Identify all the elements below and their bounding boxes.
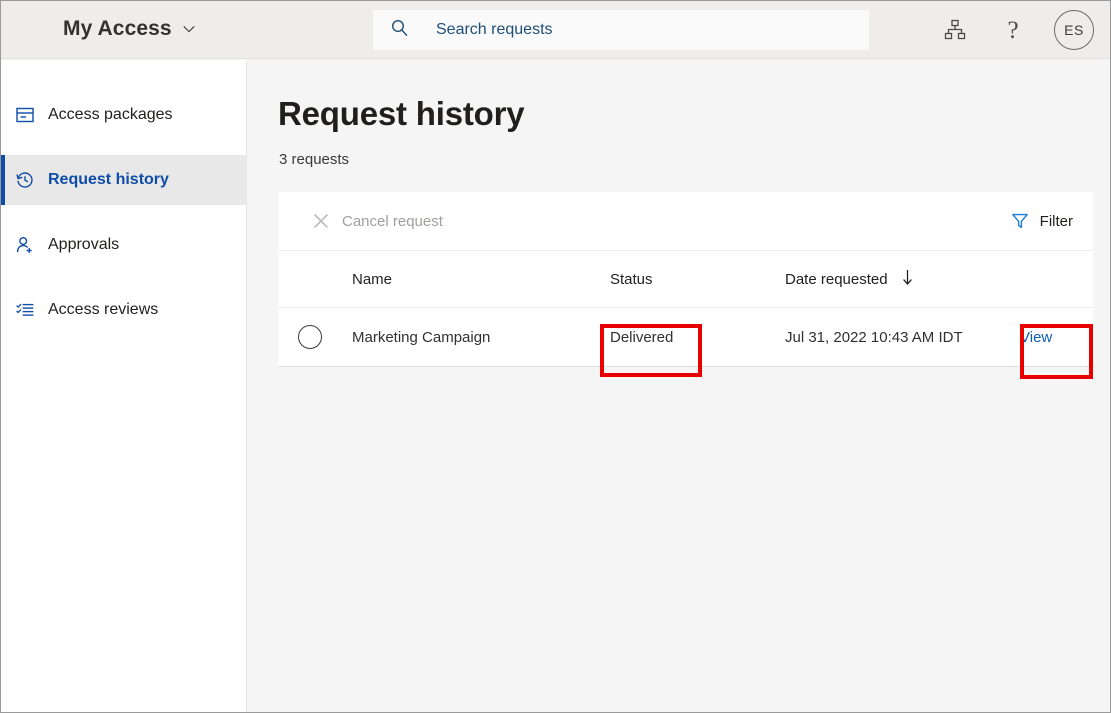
app-header: My Access — [1, 1, 1111, 59]
history-clock-icon — [15, 170, 35, 190]
row-select-cell[interactable] — [278, 308, 352, 367]
request-count: 3 requests — [279, 151, 349, 168]
column-header-date-label: Date requested — [785, 271, 888, 288]
brand-title: My Access — [63, 17, 172, 41]
question-mark-icon[interactable]: ? — [996, 13, 1030, 47]
checklist-icon — [15, 300, 35, 320]
table-body: Marketing Campaign Delivered Jul 31, 202… — [278, 308, 1093, 367]
sidebar-spacer — [1, 205, 246, 220]
requests-table: Name Status Date requested — [278, 251, 1093, 367]
help-glyph: ? — [1007, 18, 1018, 43]
my-access-window: My Access — [0, 0, 1111, 713]
column-header-date-requested[interactable]: Date requested — [785, 251, 1020, 308]
row-radio-button[interactable] — [298, 325, 322, 349]
column-header-status-label: Status — [610, 271, 653, 288]
access-packages-icon — [15, 105, 35, 125]
sidebar-spacer — [1, 140, 246, 155]
sidebar-item-access-packages[interactable]: Access packages — [1, 90, 246, 140]
avatar-initials: ES — [1064, 22, 1084, 38]
filter-button[interactable]: Filter — [1011, 212, 1073, 230]
row-status-cell: Delivered — [610, 308, 785, 367]
sidebar-item-label: Request history — [48, 171, 169, 189]
arrow-down-icon — [901, 269, 914, 290]
column-header-name-label: Name — [352, 271, 392, 288]
column-header-name[interactable]: Name — [352, 251, 610, 308]
search-icon — [373, 18, 410, 43]
sidebar-item-label: Access reviews — [48, 301, 158, 319]
table-row[interactable]: Marketing Campaign Delivered Jul 31, 202… — [278, 308, 1093, 367]
header-icon-group: ? ES — [938, 1, 1098, 59]
person-add-icon — [15, 235, 35, 255]
requests-card: Cancel request Filter Na — [278, 192, 1093, 367]
org-hierarchy-icon[interactable] — [938, 13, 972, 47]
close-x-icon — [312, 212, 330, 230]
page-title: Request history — [278, 95, 524, 133]
command-bar: Cancel request Filter — [278, 192, 1093, 251]
sidebar-item-request-history[interactable]: Request history — [1, 155, 246, 205]
column-header-status[interactable]: Status — [610, 251, 785, 308]
sidebar-item-access-reviews[interactable]: Access reviews — [1, 285, 246, 335]
select-column-header — [278, 251, 352, 308]
row-date-cell: Jul 31, 2022 10:43 AM IDT — [785, 308, 1020, 367]
sidebar-item-label: Approvals — [48, 236, 119, 254]
table-head: Name Status Date requested — [278, 251, 1093, 308]
main-content: Request history 3 requests Cancel reques… — [248, 60, 1111, 713]
sidebar-spacer — [1, 270, 246, 285]
row-action-cell: View — [1020, 308, 1093, 367]
sidebar: Access packages Request history — [1, 60, 247, 713]
action-column-header — [1020, 251, 1093, 308]
funnel-icon — [1011, 212, 1029, 230]
sidebar-item-label: Access packages — [48, 106, 173, 124]
cancel-request-label: Cancel request — [342, 213, 443, 230]
search-input[interactable] — [434, 15, 838, 45]
row-name-cell: Marketing Campaign — [352, 308, 610, 367]
brand-menu[interactable]: My Access — [63, 17, 196, 41]
cancel-request-button[interactable]: Cancel request — [312, 212, 443, 230]
avatar[interactable]: ES — [1054, 10, 1094, 50]
sidebar-item-approvals[interactable]: Approvals — [1, 220, 246, 270]
view-link[interactable]: View — [1020, 329, 1052, 346]
chevron-down-icon[interactable] — [182, 22, 196, 36]
filter-label: Filter — [1040, 213, 1073, 230]
search-box[interactable] — [373, 10, 869, 50]
table-header-row: Name Status Date requested — [278, 251, 1093, 308]
